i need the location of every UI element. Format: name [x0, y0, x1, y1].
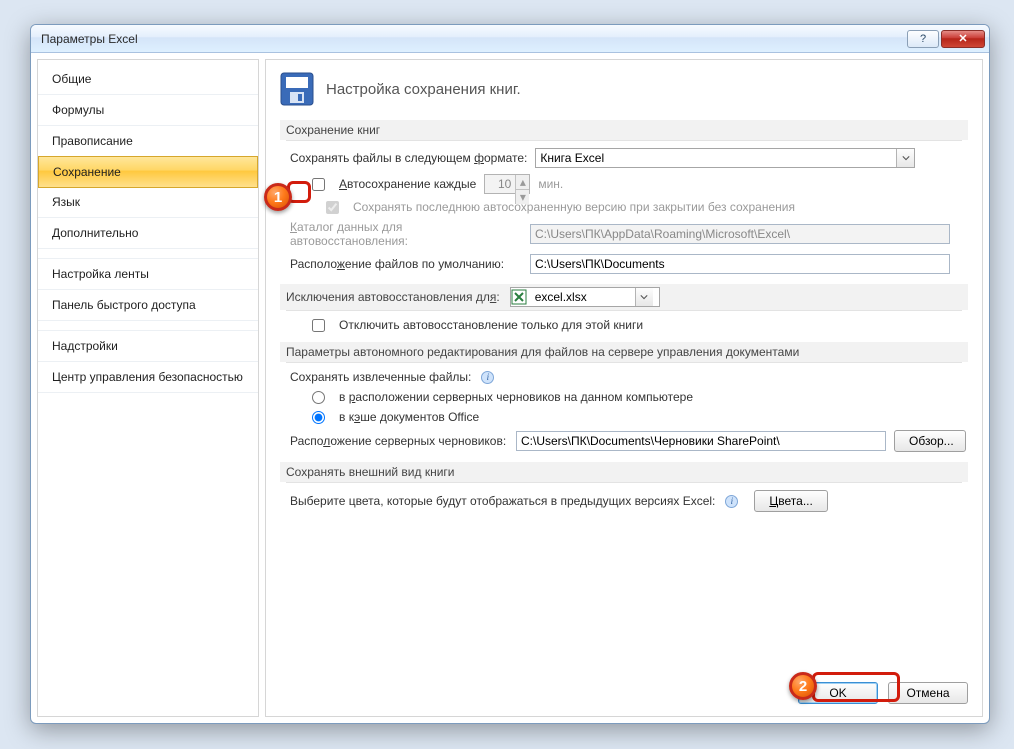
browse-button[interactable]: Обзор...: [894, 430, 966, 452]
info-icon[interactable]: i: [725, 495, 738, 508]
checkbox-keep-last: [326, 201, 339, 214]
sidebar-item-language[interactable]: Язык: [38, 187, 258, 218]
window-title: Параметры Excel: [41, 32, 905, 46]
titlebar: Параметры Excel ? ✕: [31, 25, 989, 53]
radio-office-cache[interactable]: [312, 411, 325, 424]
radio-server-drafts[interactable]: [312, 391, 325, 404]
main-panel: Настройка сохранения книг. Сохранение кн…: [265, 59, 983, 717]
spinner-autosave-minutes[interactable]: ▴▾: [484, 174, 530, 194]
save-disk-icon: [280, 72, 314, 106]
sidebar: Общие Формулы Правописание Сохранение Яз…: [37, 59, 259, 717]
row-keep-last: Сохранять последнюю автосохраненную верс…: [326, 200, 968, 214]
chevron-down-icon[interactable]: [896, 149, 914, 167]
sidebar-item-general[interactable]: Общие: [38, 64, 258, 95]
label-save-format: Сохранять файлы в следующем формате:: [290, 151, 527, 165]
label-default-loc: Расположение файлов по умолчанию:: [290, 257, 522, 271]
combo-exceptions-value[interactable]: [531, 288, 635, 306]
page-header: Настройка сохранения книг.: [280, 72, 968, 106]
label-disable-autorecover: Отключить автовосстановление только для …: [339, 318, 643, 332]
label-exceptions: Исключения автовосстановления для:: [286, 290, 500, 304]
row-colors: Выберите цвета, которые будут отображать…: [290, 490, 968, 512]
checkbox-autosave[interactable]: [312, 178, 325, 191]
page-title: Настройка сохранения книг.: [326, 81, 521, 98]
help-button[interactable]: ?: [907, 30, 939, 48]
label-colors: Выберите цвета, которые будут отображать…: [290, 494, 715, 508]
input-default-loc[interactable]: [530, 254, 950, 274]
annotation-marker-2: 2: [789, 672, 817, 700]
chevron-down-icon[interactable]: [635, 288, 653, 306]
label-radio-drafts: в расположении серверных черновиков на д…: [339, 390, 693, 404]
label-autorecover-dir: Каталог данных для автовосстановления:: [290, 220, 522, 248]
label-min: мин.: [538, 177, 563, 191]
spinner-up-icon[interactable]: ▴: [515, 175, 529, 189]
row-save-format: Сохранять файлы в следующем формате:: [290, 148, 968, 168]
sidebar-item-formulas[interactable]: Формулы: [38, 95, 258, 126]
sidebar-item-addins[interactable]: Надстройки: [38, 331, 258, 362]
row-disable-autorecover: Отключить автовосстановление только для …: [312, 318, 968, 332]
combo-exceptions[interactable]: [510, 287, 660, 307]
label-autosave: Автосохранение каждые: [339, 177, 476, 191]
combo-save-format[interactable]: [535, 148, 915, 168]
sidebar-item-ribbon[interactable]: Настройка ленты: [38, 259, 258, 290]
colors-button[interactable]: Цвета...: [754, 490, 827, 512]
section-offline-editing: Параметры автономного редактирования для…: [280, 342, 968, 362]
annotation-ring-ok: [812, 672, 900, 702]
sidebar-item-advanced[interactable]: Дополнительно: [38, 218, 258, 249]
row-drafts-loc: Расположение серверных черновиков: Обзор…: [290, 430, 968, 452]
input-autorecover-dir: [530, 224, 950, 244]
row-default-loc: Расположение файлов по умолчанию:: [290, 254, 968, 274]
info-icon[interactable]: i: [481, 371, 494, 384]
excel-file-icon: [511, 289, 527, 305]
checkbox-disable-autorecover[interactable]: [312, 319, 325, 332]
combo-save-format-value[interactable]: [536, 149, 896, 167]
dialog-body: Общие Формулы Правописание Сохранение Яз…: [31, 53, 989, 723]
section-preserve-visual: Сохранять внешний вид книги: [280, 462, 968, 482]
sidebar-item-qat[interactable]: Панель быстрого доступа: [38, 290, 258, 321]
section-autorecover-exceptions: Исключения автовосстановления для:: [280, 284, 968, 310]
label-keep-last: Сохранять последнюю автосохраненную верс…: [353, 200, 795, 214]
row-autosave: Автосохранение каждые ▴▾ мин.: [312, 174, 968, 194]
cancel-button[interactable]: Отмена: [888, 682, 968, 704]
row-radio-drafts: в расположении серверных черновиков на д…: [312, 390, 968, 404]
section-save-workbooks: Сохранение книг: [280, 120, 968, 140]
sidebar-item-proofing[interactable]: Правописание: [38, 126, 258, 157]
close-button[interactable]: ✕: [941, 30, 985, 48]
label-radio-cache: в кэше документов Office: [339, 410, 479, 424]
annotation-marker-1: 1: [264, 183, 292, 211]
autosave-value[interactable]: [485, 175, 515, 193]
label-checkout: Сохранять извлеченные файлы:: [290, 370, 471, 384]
input-drafts-loc[interactable]: [516, 431, 886, 451]
row-radio-cache: в кэше документов Office: [312, 410, 968, 424]
label-drafts-loc: Расположение серверных черновиков:: [290, 434, 508, 448]
row-checkout-label: Сохранять извлеченные файлы: i: [290, 370, 968, 384]
row-autorecover-dir: Каталог данных для автовосстановления:: [290, 220, 968, 248]
sidebar-item-save[interactable]: Сохранение: [38, 156, 258, 188]
sidebar-item-trust[interactable]: Центр управления безопасностью: [38, 362, 258, 393]
options-dialog: Параметры Excel ? ✕ Общие Формулы Правоп…: [30, 24, 990, 724]
